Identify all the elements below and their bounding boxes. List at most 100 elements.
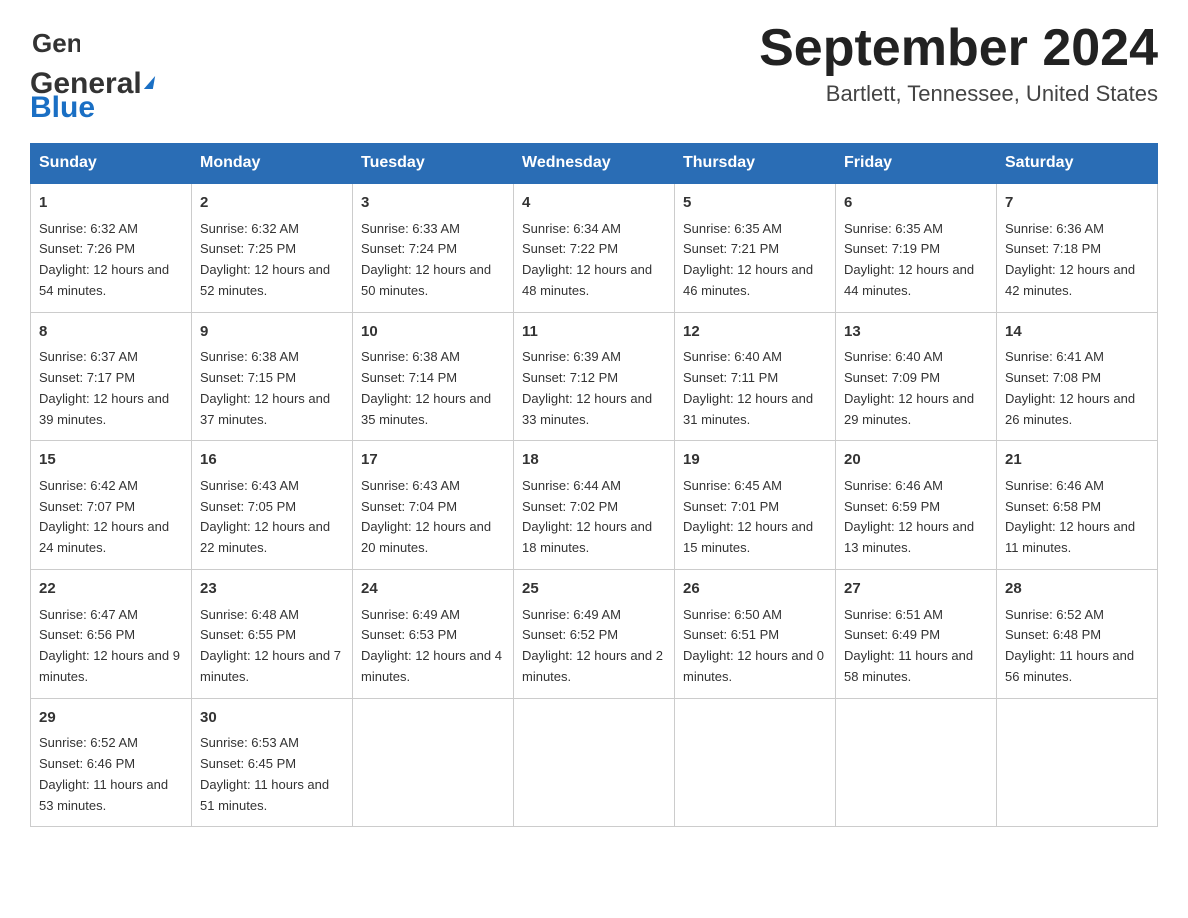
day-number: 6: [844, 192, 988, 215]
calendar-body: 1 Sunrise: 6:32 AMSunset: 7:26 PMDayligh…: [31, 183, 1158, 827]
logo-area: General General Blue: [30, 20, 155, 125]
day-cell: 19 Sunrise: 6:45 AMSunset: 7:01 PMDaylig…: [675, 441, 836, 570]
day-number: 5: [683, 192, 827, 215]
day-cell: 1 Sunrise: 6:32 AMSunset: 7:26 PMDayligh…: [31, 183, 192, 312]
day-info: Sunrise: 6:38 AMSunset: 7:14 PMDaylight:…: [361, 349, 491, 426]
day-cell: 15 Sunrise: 6:42 AMSunset: 7:07 PMDaylig…: [31, 441, 192, 570]
day-number: 15: [39, 449, 183, 472]
day-info: Sunrise: 6:52 AMSunset: 6:46 PMDaylight:…: [39, 735, 168, 812]
day-cell: 14 Sunrise: 6:41 AMSunset: 7:08 PMDaylig…: [997, 312, 1158, 441]
day-cell: 3 Sunrise: 6:33 AMSunset: 7:24 PMDayligh…: [353, 183, 514, 312]
day-cell: 17 Sunrise: 6:43 AMSunset: 7:04 PMDaylig…: [353, 441, 514, 570]
header-cell-tuesday: Tuesday: [353, 144, 514, 184]
calendar-subtitle: Bartlett, Tennessee, United States: [759, 81, 1158, 107]
calendar-table: SundayMondayTuesdayWednesdayThursdayFrid…: [30, 143, 1158, 827]
day-info: Sunrise: 6:41 AMSunset: 7:08 PMDaylight:…: [1005, 349, 1135, 426]
day-number: 3: [361, 192, 505, 215]
day-cell: 20 Sunrise: 6:46 AMSunset: 6:59 PMDaylig…: [836, 441, 997, 570]
day-info: Sunrise: 6:34 AMSunset: 7:22 PMDaylight:…: [522, 221, 652, 298]
day-info: Sunrise: 6:51 AMSunset: 6:49 PMDaylight:…: [844, 607, 973, 684]
day-number: 10: [361, 321, 505, 344]
day-number: 30: [200, 707, 344, 730]
day-cell: 23 Sunrise: 6:48 AMSunset: 6:55 PMDaylig…: [192, 570, 353, 699]
day-cell: 29 Sunrise: 6:52 AMSunset: 6:46 PMDaylig…: [31, 698, 192, 827]
logo-icon: General: [30, 20, 80, 75]
day-number: 4: [522, 192, 666, 215]
calendar-header: SundayMondayTuesdayWednesdayThursdayFrid…: [31, 144, 1158, 184]
day-number: 1: [39, 192, 183, 215]
day-info: Sunrise: 6:47 AMSunset: 6:56 PMDaylight:…: [39, 607, 180, 684]
day-info: Sunrise: 6:40 AMSunset: 7:11 PMDaylight:…: [683, 349, 813, 426]
day-number: 20: [844, 449, 988, 472]
calendar-title: September 2024: [759, 20, 1158, 77]
day-number: 29: [39, 707, 183, 730]
day-number: 27: [844, 578, 988, 601]
day-number: 23: [200, 578, 344, 601]
day-cell: 26 Sunrise: 6:50 AMSunset: 6:51 PMDaylig…: [675, 570, 836, 699]
day-cell: 24 Sunrise: 6:49 AMSunset: 6:53 PMDaylig…: [353, 570, 514, 699]
day-cell: 6 Sunrise: 6:35 AMSunset: 7:19 PMDayligh…: [836, 183, 997, 312]
day-info: Sunrise: 6:38 AMSunset: 7:15 PMDaylight:…: [200, 349, 330, 426]
logo-blue: Blue: [30, 91, 95, 125]
header-cell-sunday: Sunday: [31, 144, 192, 184]
day-number: 28: [1005, 578, 1149, 601]
week-row-2: 8 Sunrise: 6:37 AMSunset: 7:17 PMDayligh…: [31, 312, 1158, 441]
day-info: Sunrise: 6:48 AMSunset: 6:55 PMDaylight:…: [200, 607, 341, 684]
day-info: Sunrise: 6:43 AMSunset: 7:05 PMDaylight:…: [200, 478, 330, 555]
title-area: September 2024 Bartlett, Tennessee, Unit…: [759, 20, 1158, 107]
day-number: 14: [1005, 321, 1149, 344]
day-cell: 25 Sunrise: 6:49 AMSunset: 6:52 PMDaylig…: [514, 570, 675, 699]
day-cell: 21 Sunrise: 6:46 AMSunset: 6:58 PMDaylig…: [997, 441, 1158, 570]
day-number: 22: [39, 578, 183, 601]
svg-text:General: General: [32, 28, 80, 58]
day-info: Sunrise: 6:53 AMSunset: 6:45 PMDaylight:…: [200, 735, 329, 812]
day-number: 13: [844, 321, 988, 344]
day-cell: 4 Sunrise: 6:34 AMSunset: 7:22 PMDayligh…: [514, 183, 675, 312]
day-number: 8: [39, 321, 183, 344]
day-info: Sunrise: 6:50 AMSunset: 6:51 PMDaylight:…: [683, 607, 824, 684]
day-number: 18: [522, 449, 666, 472]
day-info: Sunrise: 6:40 AMSunset: 7:09 PMDaylight:…: [844, 349, 974, 426]
day-info: Sunrise: 6:52 AMSunset: 6:48 PMDaylight:…: [1005, 607, 1134, 684]
day-cell: [836, 698, 997, 827]
day-cell: 12 Sunrise: 6:40 AMSunset: 7:11 PMDaylig…: [675, 312, 836, 441]
week-row-4: 22 Sunrise: 6:47 AMSunset: 6:56 PMDaylig…: [31, 570, 1158, 699]
day-number: 21: [1005, 449, 1149, 472]
day-cell: 13 Sunrise: 6:40 AMSunset: 7:09 PMDaylig…: [836, 312, 997, 441]
day-cell: 28 Sunrise: 6:52 AMSunset: 6:48 PMDaylig…: [997, 570, 1158, 699]
day-info: Sunrise: 6:32 AMSunset: 7:26 PMDaylight:…: [39, 221, 169, 298]
day-info: Sunrise: 6:32 AMSunset: 7:25 PMDaylight:…: [200, 221, 330, 298]
day-cell: 8 Sunrise: 6:37 AMSunset: 7:17 PMDayligh…: [31, 312, 192, 441]
day-info: Sunrise: 6:36 AMSunset: 7:18 PMDaylight:…: [1005, 221, 1135, 298]
day-info: Sunrise: 6:49 AMSunset: 6:53 PMDaylight:…: [361, 607, 502, 684]
day-cell: 9 Sunrise: 6:38 AMSunset: 7:15 PMDayligh…: [192, 312, 353, 441]
day-info: Sunrise: 6:49 AMSunset: 6:52 PMDaylight:…: [522, 607, 663, 684]
day-number: 16: [200, 449, 344, 472]
day-number: 12: [683, 321, 827, 344]
day-cell: 30 Sunrise: 6:53 AMSunset: 6:45 PMDaylig…: [192, 698, 353, 827]
day-info: Sunrise: 6:33 AMSunset: 7:24 PMDaylight:…: [361, 221, 491, 298]
week-row-5: 29 Sunrise: 6:52 AMSunset: 6:46 PMDaylig…: [31, 698, 1158, 827]
day-number: 11: [522, 321, 666, 344]
day-number: 9: [200, 321, 344, 344]
day-cell: [353, 698, 514, 827]
day-number: 24: [361, 578, 505, 601]
day-cell: 5 Sunrise: 6:35 AMSunset: 7:21 PMDayligh…: [675, 183, 836, 312]
day-cell: 27 Sunrise: 6:51 AMSunset: 6:49 PMDaylig…: [836, 570, 997, 699]
day-cell: 22 Sunrise: 6:47 AMSunset: 6:56 PMDaylig…: [31, 570, 192, 699]
header-row: SundayMondayTuesdayWednesdayThursdayFrid…: [31, 144, 1158, 184]
header-cell-monday: Monday: [192, 144, 353, 184]
day-number: 17: [361, 449, 505, 472]
day-cell: [514, 698, 675, 827]
logo-triangle-icon: [144, 76, 155, 89]
day-info: Sunrise: 6:39 AMSunset: 7:12 PMDaylight:…: [522, 349, 652, 426]
day-info: Sunrise: 6:46 AMSunset: 6:58 PMDaylight:…: [1005, 478, 1135, 555]
week-row-3: 15 Sunrise: 6:42 AMSunset: 7:07 PMDaylig…: [31, 441, 1158, 570]
day-info: Sunrise: 6:35 AMSunset: 7:21 PMDaylight:…: [683, 221, 813, 298]
day-cell: 18 Sunrise: 6:44 AMSunset: 7:02 PMDaylig…: [514, 441, 675, 570]
day-info: Sunrise: 6:42 AMSunset: 7:07 PMDaylight:…: [39, 478, 169, 555]
day-info: Sunrise: 6:46 AMSunset: 6:59 PMDaylight:…: [844, 478, 974, 555]
day-cell: 2 Sunrise: 6:32 AMSunset: 7:25 PMDayligh…: [192, 183, 353, 312]
day-number: 25: [522, 578, 666, 601]
day-cell: 7 Sunrise: 6:36 AMSunset: 7:18 PMDayligh…: [997, 183, 1158, 312]
